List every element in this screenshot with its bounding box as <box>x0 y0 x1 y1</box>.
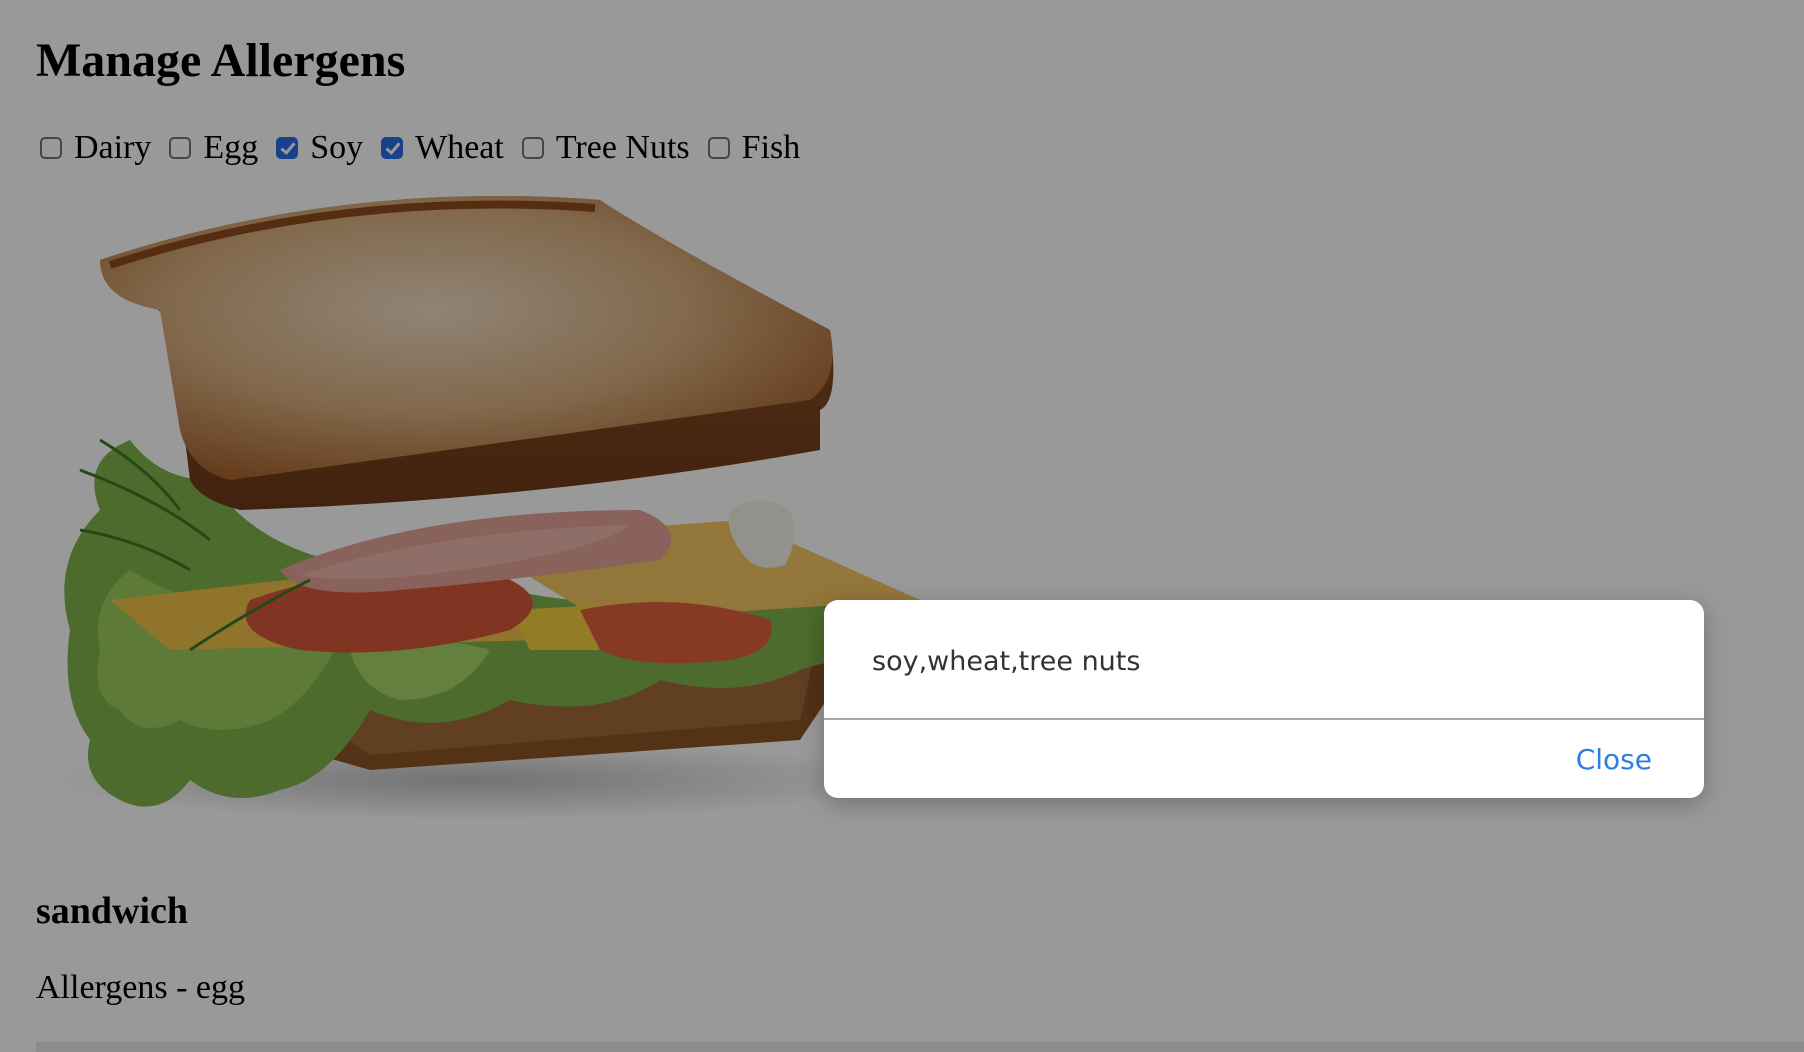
dialog-message: soy,wheat,tree nuts <box>872 646 1141 677</box>
modal-backdrop[interactable] <box>0 0 1804 1052</box>
close-button[interactable]: Close <box>1576 743 1652 776</box>
dialog-divider <box>824 718 1704 720</box>
alert-dialog: soy,wheat,tree nuts Close <box>824 600 1704 798</box>
